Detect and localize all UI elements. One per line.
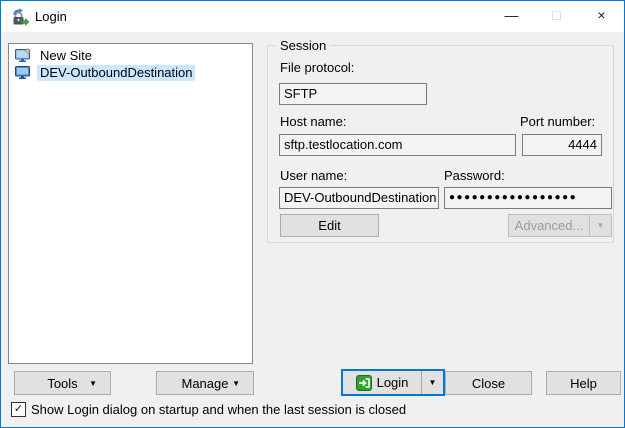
help-button[interactable]: Help [546, 371, 621, 395]
close-icon[interactable]: × [579, 1, 624, 32]
chevron-down-icon: ▼ [232, 372, 240, 395]
session-group-label: Session [276, 38, 330, 53]
login-dropdown-button[interactable]: ▼ [421, 371, 443, 394]
maximize-icon: □ [534, 1, 579, 32]
tools-button[interactable]: Tools ▼ [14, 371, 111, 395]
minimize-icon[interactable]: — [489, 1, 534, 32]
password-field[interactable]: ●●●●●●●●●●●●●●●●● [444, 187, 612, 209]
winscp-lock-icon [11, 8, 29, 26]
checkmark-icon: ✓ [14, 403, 23, 415]
window-title: Login [35, 1, 67, 32]
advanced-split-button: Advanced... ▼ [508, 214, 612, 237]
chevron-down-icon: ▼ [89, 372, 97, 395]
host-name-field[interactable]: sftp.testlocation.com [279, 134, 516, 156]
startup-checkbox-label: Show Login dialog on startup and when th… [31, 402, 406, 417]
login-split-button[interactable]: Login ▼ [341, 369, 445, 396]
session-group: Session File protocol: SFTP Host name: s… [267, 45, 614, 243]
site-monitor-icon [15, 65, 31, 80]
login-button[interactable]: Login [343, 371, 421, 394]
login-dialog-window: Login — □ × New Site DEV-O [0, 0, 625, 428]
file-protocol-label: File protocol: [280, 60, 354, 75]
edit-button[interactable]: Edit [280, 214, 379, 237]
startup-checkbox-row[interactable]: ✓ Show Login dialog on startup and when … [11, 402, 406, 417]
new-site-monitor-icon [15, 48, 31, 63]
login-icon [356, 375, 372, 391]
advanced-dropdown-button: ▼ [589, 215, 611, 236]
user-name-field[interactable]: DEV-OutboundDestination [279, 187, 439, 209]
host-name-label: Host name: [280, 114, 346, 129]
file-protocol-field[interactable]: SFTP [279, 83, 427, 105]
advanced-button: Advanced... [509, 215, 589, 236]
titlebar[interactable]: Login — □ × [1, 1, 624, 32]
site-list-item-label[interactable]: New Site [37, 48, 95, 64]
close-button[interactable]: Close [445, 371, 532, 395]
startup-checkbox[interactable]: ✓ [11, 402, 26, 417]
chevron-down-icon: ▼ [429, 378, 437, 387]
site-list-item-new-site[interactable]: New Site [9, 47, 252, 64]
site-list[interactable]: New Site DEV-OutboundDestination [8, 43, 253, 364]
port-number-field[interactable]: 4444 [522, 134, 602, 156]
site-list-item-dev-outbounddestination[interactable]: DEV-OutboundDestination [9, 64, 252, 81]
manage-button[interactable]: Manage ▼ [156, 371, 254, 395]
site-list-item-label[interactable]: DEV-OutboundDestination [37, 65, 195, 81]
user-name-label: User name: [280, 168, 347, 183]
password-label: Password: [444, 168, 505, 183]
chevron-down-icon: ▼ [597, 221, 605, 230]
port-number-label: Port number: [520, 114, 595, 129]
